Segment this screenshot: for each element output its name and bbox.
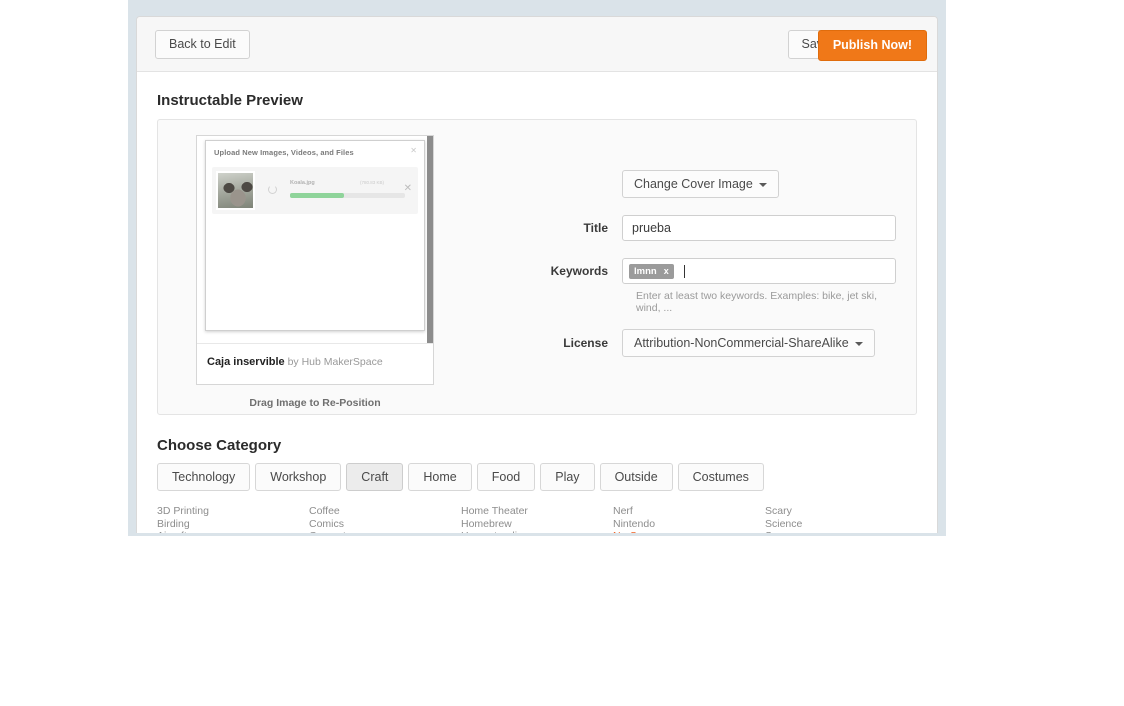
cover-caption: Caja inservible by Hub MakerSpace xyxy=(197,343,433,384)
category-item[interactable]: Airsoft xyxy=(157,530,309,533)
remove-keyword-icon[interactable]: x xyxy=(664,266,669,276)
page-title: Instructable Preview xyxy=(157,92,303,109)
category-item[interactable]: Scary xyxy=(765,505,917,518)
instructable-form: Change Cover Image Title Keywords lmnnx … xyxy=(538,170,896,374)
category-item[interactable]: Science xyxy=(765,518,917,531)
category-item[interactable]: Home Theater xyxy=(461,505,613,518)
category-item[interactable]: Sensors xyxy=(765,530,917,533)
category-item[interactable]: Homesteading xyxy=(461,530,613,533)
cover-caption-author: by Hub MakerSpace xyxy=(284,356,383,368)
drag-image-hint: Drag Image to Re-Position xyxy=(249,397,381,409)
upload-progress-fill xyxy=(290,193,345,198)
action-toolbar: Back to Edit Save Publish Now! xyxy=(137,17,937,72)
category-tab-workshop[interactable]: Workshop xyxy=(255,463,342,491)
cover-image-row: Change Cover Image xyxy=(538,170,896,198)
category-item[interactable]: Birding xyxy=(157,518,309,531)
keyword-tag[interactable]: lmnn x xyxy=(629,263,674,279)
category-tab-outside[interactable]: Outside xyxy=(599,463,673,491)
license-value: Attribution-NonCommercial-ShareAlike xyxy=(634,336,849,350)
text-cursor xyxy=(683,264,685,278)
upload-file-size: (780.83 KB) xyxy=(359,180,384,185)
category-column: 3D PrintingBirdingAirsoftAnimals xyxy=(157,505,309,533)
publish-now-button[interactable]: Publish Now! xyxy=(817,30,927,61)
modal-scrollbar[interactable] xyxy=(427,136,433,345)
category-tab-home[interactable]: Home xyxy=(408,463,472,491)
publish-page: Back to Edit Save Publish Now! Instructa… xyxy=(136,16,938,533)
keywords-row: Keywords lmnn x xyxy=(538,258,896,284)
title-row: Title xyxy=(538,215,896,241)
category-item[interactable]: 3D Printing xyxy=(157,505,309,518)
category-tab-technology[interactable]: Technology xyxy=(157,463,251,491)
category-tab-play[interactable]: Play xyxy=(540,463,595,491)
category-item[interactable]: Homebrew xyxy=(461,518,613,531)
cover-image-card[interactable]: Upload New Images, Videos, and Files ✕ K… xyxy=(196,135,434,385)
change-cover-image-label: Change Cover Image xyxy=(634,177,753,191)
upload-modal-title: Upload New Images, Videos, and Files xyxy=(214,148,354,157)
keywords-input[interactable]: lmnn x xyxy=(622,258,896,284)
keywords-label: Keywords xyxy=(550,264,608,278)
file-thumbnail xyxy=(216,171,255,210)
choose-category-title: Choose Category xyxy=(157,437,282,454)
license-dropdown[interactable]: Attribution-NonCommercial-ShareAlike xyxy=(622,329,875,357)
category-tab-food[interactable]: Food xyxy=(476,463,536,491)
category-list: 3D PrintingBirdingAirsoftAnimalsCoffeeCo… xyxy=(157,505,917,533)
instructable-preview-panel: Upload New Images, Videos, and Files ✕ K… xyxy=(157,119,917,415)
keywords-hint: Enter at least two keywords. Examples: b… xyxy=(636,290,878,314)
category-column: CoffeeComicsComputersCooking xyxy=(309,505,461,533)
close-icon[interactable]: ✕ xyxy=(410,146,417,155)
category-tab-costumes[interactable]: Costumes xyxy=(677,463,764,491)
category-item[interactable]: Computers xyxy=(309,530,461,533)
upload-file-name: Koala.jpg xyxy=(290,180,315,186)
license-row: License Attribution-NonCommercial-ShareA… xyxy=(538,329,896,357)
scrollbar-thumb[interactable] xyxy=(427,136,433,345)
spinner-icon xyxy=(268,185,277,194)
category-item[interactable]: Nintendo xyxy=(613,518,765,531)
chevron-down-icon xyxy=(758,182,767,187)
title-label: Title xyxy=(583,221,608,235)
remove-icon[interactable]: ✕ xyxy=(404,183,412,194)
cover-image-area[interactable]: Upload New Images, Videos, and Files ✕ K… xyxy=(197,136,433,345)
category-item[interactable]: Comics xyxy=(309,518,461,531)
chevron-down-icon xyxy=(854,341,863,346)
category-item[interactable]: Nerf xyxy=(613,505,765,518)
category-item[interactable]: No-Sew xyxy=(613,530,765,533)
license-label: License xyxy=(563,336,608,350)
category-column: ScaryScienceSensorsSewing xyxy=(765,505,917,533)
change-cover-image-button[interactable]: Change Cover Image xyxy=(622,170,779,198)
category-column: NerfNintendoNo-SewOffbeat xyxy=(613,505,765,533)
category-item[interactable]: Coffee xyxy=(309,505,461,518)
category-tabs: Technology Workshop Craft Home Food Play Outsi… xyxy=(157,463,917,491)
upload-file-row: Koala.jpg (780.83 KB) ✕ xyxy=(212,167,418,214)
category-column: Home TheaterHomebrewHomesteadingHydropon… xyxy=(461,505,613,533)
upload-progress-bar xyxy=(290,193,405,198)
keyword-tag-label: lmnn xyxy=(634,265,657,277)
upload-files-modal: Upload New Images, Videos, and Files ✕ K… xyxy=(205,140,425,331)
cover-caption-title: Caja inservible xyxy=(207,356,285,368)
back-to-edit-button[interactable]: Back to Edit xyxy=(155,30,250,59)
category-tab-craft[interactable]: Craft xyxy=(346,463,404,491)
title-input[interactable] xyxy=(622,215,896,241)
